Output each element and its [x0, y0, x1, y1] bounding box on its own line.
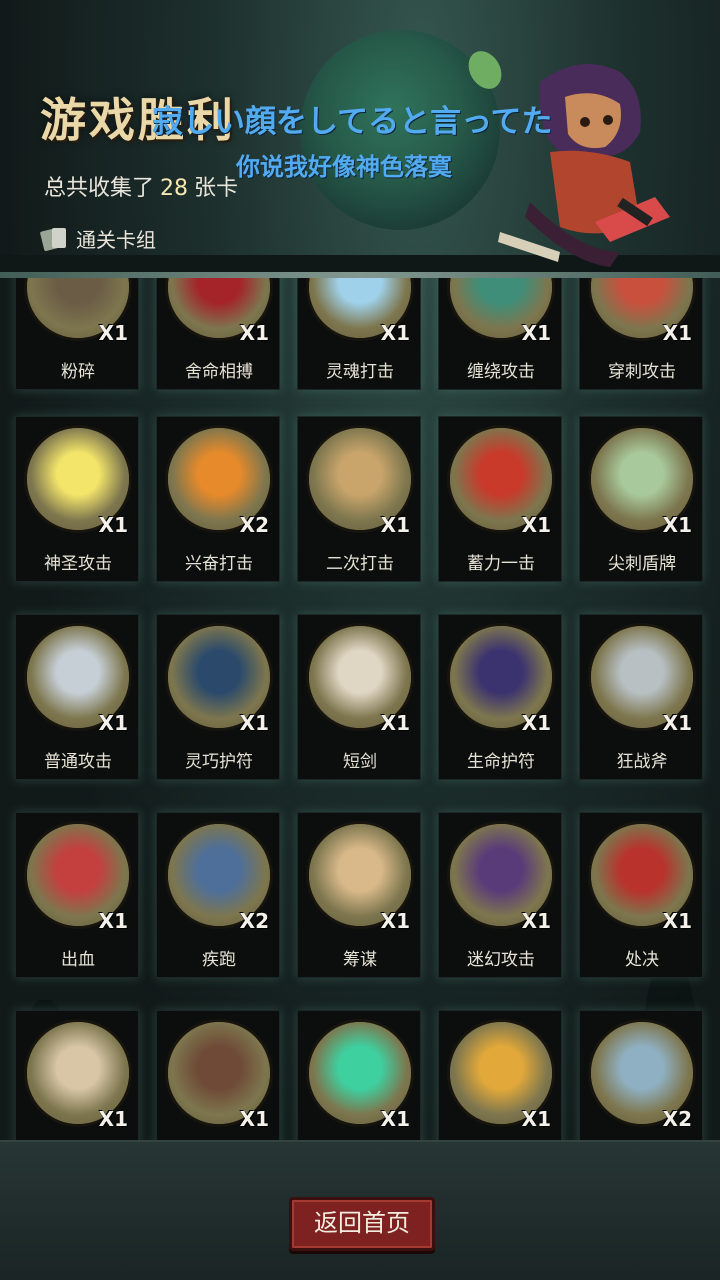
- card-name: 缠绕攻击: [467, 362, 535, 382]
- card-tile[interactable]: X1 狂战斧: [579, 614, 703, 780]
- card-tile[interactable]: X1 尖刺盾牌: [579, 416, 703, 582]
- card-tile[interactable]: X1 缠绕攻击: [438, 278, 562, 390]
- cards-collected-summary: 总共收集了 28 张卡: [44, 170, 238, 202]
- card-name: 狂战斧: [616, 752, 668, 772]
- card-name: 普通攻击: [44, 752, 112, 772]
- card-tile[interactable]: X2 兴奋打击: [156, 416, 280, 582]
- card-tile[interactable]: X1 粉碎: [15, 278, 139, 390]
- card-count: X1: [521, 321, 551, 345]
- card-grid[interactable]: X1 粉碎 X1 舍命相搏 X1 灵魂打击 X1 缠绕攻击 X1 穿刺攻击 X1 神圣攻击 X2 兴奋打击…: [0, 278, 720, 1140]
- card-tile[interactable]: X1 普通攻击: [15, 614, 139, 780]
- card-tile[interactable]: X1 迷幻攻击: [438, 812, 562, 978]
- card-name: 粉碎: [61, 362, 95, 382]
- collected-prefix: 总共收集了: [44, 176, 155, 201]
- card-tile[interactable]: X1 生命护符: [438, 614, 562, 780]
- card-count: X1: [521, 909, 551, 933]
- card-count: X1: [521, 711, 551, 735]
- card-count: X1: [239, 321, 269, 345]
- card-count: X1: [380, 321, 410, 345]
- card-count: X1: [98, 1107, 128, 1131]
- card-tile[interactable]: X1天使祝福: [438, 1010, 562, 1140]
- card-count: X1: [521, 513, 551, 537]
- card-name: 神圣攻击: [44, 554, 112, 574]
- card-tile[interactable]: X1 穿刺攻击: [579, 278, 703, 390]
- clear-deck-button[interactable]: 通关卡组: [42, 224, 156, 253]
- card-tile[interactable]: X1 短剑: [297, 614, 421, 780]
- card-count: X1: [380, 1107, 410, 1131]
- card-tile[interactable]: X2石化皮肤: [579, 1010, 703, 1140]
- card-name: 出血: [61, 950, 95, 970]
- card-count: X2: [239, 513, 269, 537]
- card-tile[interactable]: X1 出血: [15, 812, 139, 978]
- card-name: 处决: [625, 950, 659, 970]
- lyric-subtitle-japanese: 寂しい顔をしてると言ってた: [152, 104, 553, 140]
- card-name: 穿刺攻击: [608, 362, 676, 382]
- card-name: 短剑: [343, 752, 377, 772]
- card-count: X1: [98, 711, 128, 735]
- card-tile[interactable]: X1 神圣攻击: [15, 416, 139, 582]
- card-name: 兴奋打击: [185, 554, 253, 574]
- card-count: X1: [98, 909, 128, 933]
- card-count: X2: [239, 909, 269, 933]
- back-to-home-button[interactable]: 返回首页: [289, 1197, 435, 1251]
- card-count: X1: [662, 513, 692, 537]
- card-tile[interactable]: X1 灵魂打击: [297, 278, 421, 390]
- card-tile[interactable]: X1拍卖券: [156, 1010, 280, 1140]
- card-deck-icon: [42, 227, 68, 251]
- lyric-subtitle-chinese: 你说我好像神色落寞: [236, 153, 452, 181]
- card-name: 灵魂打击: [326, 362, 394, 382]
- hero-character-art: [470, 52, 700, 278]
- card-name: 疾跑: [202, 950, 236, 970]
- card-tile[interactable]: X1 处决: [579, 812, 703, 978]
- card-count: X1: [662, 321, 692, 345]
- collected-count: 28: [160, 176, 189, 201]
- card-count: X1: [662, 909, 692, 933]
- card-count: X1: [98, 513, 128, 537]
- card-name: 生命护符: [467, 752, 535, 772]
- card-tile[interactable]: X1 筹谋: [297, 812, 421, 978]
- card-tile[interactable]: X1 舍命相搏: [156, 278, 280, 390]
- card-tile[interactable]: X1力量祝福: [15, 1010, 139, 1140]
- card-name: 舍命相搏: [185, 362, 253, 382]
- clear-deck-label: 通关卡组: [76, 228, 156, 252]
- card-tile[interactable]: X1 二次打击: [297, 416, 421, 582]
- card-tile[interactable]: X1 灵巧护符: [156, 614, 280, 780]
- card-name: 尖刺盾牌: [608, 554, 676, 574]
- card-name: 迷幻攻击: [467, 950, 535, 970]
- card-count: X1: [239, 711, 269, 735]
- collected-suffix: 张卡: [194, 176, 239, 201]
- card-tile[interactable]: X2 疾跑: [156, 812, 280, 978]
- hero-illustration-icon: [498, 64, 670, 267]
- card-name: 二次打击: [326, 554, 394, 574]
- card-count: X1: [662, 711, 692, 735]
- card-count: X1: [380, 513, 410, 537]
- card-count: X2: [662, 1107, 692, 1131]
- card-count: X1: [380, 711, 410, 735]
- card-tile[interactable]: X1罗生门: [297, 1010, 421, 1140]
- card-name: 筹谋: [343, 950, 377, 970]
- card-tile[interactable]: X1 蓄力一击: [438, 416, 562, 582]
- card-name: 灵巧护符: [185, 752, 253, 772]
- card-name: 蓄力一击: [467, 554, 535, 574]
- card-count: X1: [98, 321, 128, 345]
- card-count: X1: [380, 909, 410, 933]
- card-count: X1: [521, 1107, 551, 1131]
- card-count: X1: [239, 1107, 269, 1131]
